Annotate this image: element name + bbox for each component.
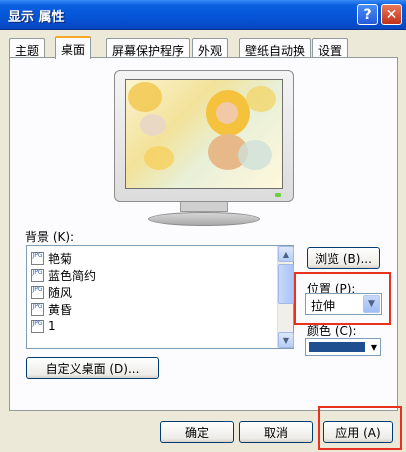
list-item-label: 艳菊 [48, 251, 73, 266]
monitor-preview [114, 70, 294, 228]
tab-screensaver[interactable]: 屏幕保护程序 [106, 38, 191, 58]
list-item-label: 随风 [48, 285, 73, 300]
power-led-icon [275, 193, 281, 197]
highlight-box [294, 272, 391, 325]
tab-appearance[interactable]: 外观 [192, 38, 229, 58]
list-scrollbar[interactable]: ▲ ▼ [277, 246, 294, 348]
monitor-frame [114, 70, 294, 202]
highlight-box [318, 406, 402, 450]
close-button[interactable]: ✕ [381, 4, 402, 25]
tab-settings[interactable]: 设置 [312, 38, 349, 58]
jpg-file-icon: JPG [31, 319, 44, 333]
window-title: 显示 属性 [8, 10, 65, 25]
color-picker-button[interactable]: ▼ [305, 338, 381, 356]
close-icon: ✕ [385, 6, 398, 23]
list-item-label: 黄昏 [48, 302, 73, 317]
list-item-label: 1 [48, 319, 56, 333]
help-icon: ? [363, 6, 372, 23]
jpg-file-icon: JPG [31, 285, 44, 299]
scroll-down-icon[interactable]: ▼ [278, 332, 294, 348]
tab-desktop[interactable]: 桌面 [55, 36, 92, 59]
scroll-up-icon[interactable]: ▲ [278, 246, 294, 262]
wallpaper-preview-image [125, 79, 283, 189]
list-item[interactable]: JPG 1 [31, 318, 56, 334]
scroll-thumb[interactable] [278, 264, 294, 304]
list-item-label: 蓝色简约 [48, 268, 97, 283]
display-properties-dialog: 显示 属性 ? ✕ 主题 桌面 屏幕保护程序 外观 壁纸自动换 设置 背景 (K… [0, 0, 406, 452]
tab-wallpaper-changer[interactable]: 壁纸自动换 [239, 38, 312, 58]
color-label: 颜色 (C): [307, 324, 357, 338]
cancel-button[interactable]: 取消 [239, 421, 313, 443]
customize-desktop-button[interactable]: 自定义桌面 (D)... [26, 357, 159, 379]
list-item[interactable]: JPG 黄昏 [31, 301, 72, 317]
background-label: 背景 (K): [25, 230, 75, 244]
color-swatch [309, 342, 365, 352]
jpg-file-icon: JPG [31, 251, 44, 265]
background-list[interactable]: JPG 艳菊 JPG 蓝色简约 JPG 随风 JPG 黄昏 JPG 1 ▲ ▼ [26, 245, 294, 349]
list-item[interactable]: JPG 艳菊 [31, 250, 72, 266]
list-item[interactable]: JPG 蓝色简约 [31, 267, 96, 283]
help-button[interactable]: ? [357, 4, 378, 25]
ok-button[interactable]: 确定 [160, 421, 234, 443]
list-item[interactable]: JPG 随风 [31, 284, 72, 300]
chevron-down-icon: ▼ [370, 343, 377, 352]
monitor-stand [148, 212, 260, 226]
title-bar[interactable]: 显示 属性 ? ✕ [0, 0, 406, 30]
tab-themes[interactable]: 主题 [9, 38, 46, 58]
jpg-file-icon: JPG [31, 268, 44, 282]
jpg-file-icon: JPG [31, 302, 44, 316]
monitor-neck [180, 202, 228, 212]
browse-button[interactable]: 浏览 (B)... [307, 247, 380, 269]
